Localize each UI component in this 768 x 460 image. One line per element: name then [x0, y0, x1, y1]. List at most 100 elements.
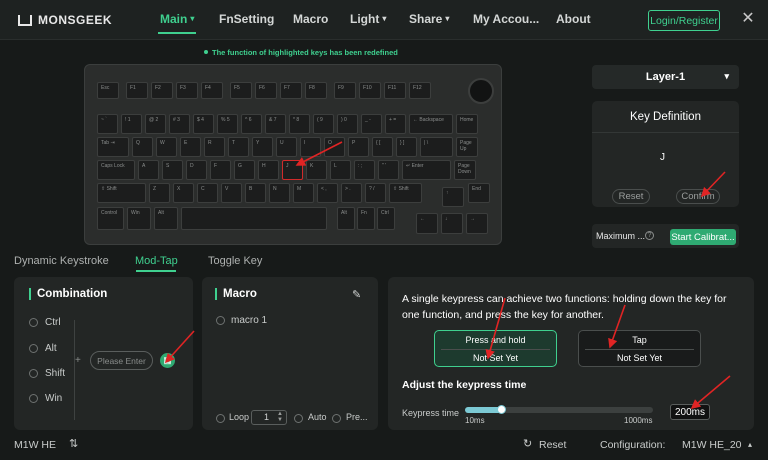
keyboard-key[interactable]: + =: [385, 114, 406, 134]
keyboard-key[interactable]: H: [258, 160, 279, 180]
nav-my-account[interactable]: My Accou...: [473, 12, 539, 26]
keyboard-key[interactable]: F4: [201, 82, 223, 99]
keyboard-key[interactable]: C: [197, 183, 218, 203]
nav-light[interactable]: Light ▾: [350, 12, 386, 26]
keyboard-key[interactable]: V: [221, 183, 242, 203]
tune-icon[interactable]: ⇅: [69, 437, 78, 450]
keyboard-key[interactable]: ↑: [442, 187, 464, 207]
keyboard-key[interactable]: > .: [341, 183, 362, 203]
layer-select[interactable]: Layer-1 ▾: [592, 65, 739, 89]
radio-shift[interactable]: [29, 369, 38, 378]
keyboard-key[interactable]: Control: [97, 207, 124, 230]
nav-about[interactable]: About: [556, 12, 591, 26]
keyboard-key[interactable]: F3: [176, 82, 198, 99]
keyboard-key[interactable]: F8: [305, 82, 327, 99]
keyboard-key[interactable]: F7: [280, 82, 302, 99]
keyboard-key[interactable]: $ 4: [193, 114, 214, 134]
radio-loop[interactable]: [216, 414, 225, 423]
radio-ctrl[interactable]: [29, 318, 38, 327]
tab-dynamic-keystroke[interactable]: Dynamic Keystroke: [14, 255, 109, 267]
keyboard-key[interactable]: ( 9: [313, 114, 334, 134]
radio-press[interactable]: [332, 414, 341, 423]
keyboard-key[interactable]: ! 1: [121, 114, 142, 134]
keyboard-key[interactable]: ↵ Enter: [402, 160, 451, 180]
keyboard-key[interactable]: Home: [456, 114, 478, 134]
key-definition-confirm-button[interactable]: Confirm: [676, 189, 720, 204]
keyboard-key[interactable]: →: [466, 213, 488, 234]
keyboard-key[interactable]: % 5: [217, 114, 238, 134]
keyboard-key[interactable]: ↓: [441, 213, 463, 234]
key-definition-reset-button[interactable]: Reset: [612, 189, 650, 204]
keyboard-key[interactable]: ← Backspace: [409, 114, 453, 134]
keyboard-key[interactable]: F5: [230, 82, 252, 99]
keyboard-key[interactable]: Fn: [357, 207, 375, 230]
keyboard-key[interactable]: } ]: [396, 137, 417, 157]
keyboard-key[interactable]: A: [138, 160, 159, 180]
keyboard-key[interactable]: T: [228, 137, 249, 157]
keyboard-key[interactable]: Alt: [337, 207, 355, 230]
keyboard-key[interactable]: K: [306, 160, 327, 180]
keyboard-key[interactable]: B: [245, 183, 266, 203]
keyboard-key[interactable]: < ,: [317, 183, 338, 203]
keyboard-key[interactable]: F10: [359, 82, 381, 99]
keyboard-key[interactable]: ⇧ Shift: [389, 183, 422, 203]
keyboard-key[interactable]: # 3: [169, 114, 190, 134]
keyboard-key[interactable]: _ -: [361, 114, 382, 134]
keyboard-key[interactable]: Z: [149, 183, 170, 203]
keyboard-key[interactable]: Tab ⇥: [97, 137, 129, 157]
keyboard-key[interactable]: [181, 207, 327, 230]
keyboard-key[interactable]: @ 2: [145, 114, 166, 134]
caret-up-icon[interactable]: ▴: [748, 440, 752, 449]
keypress-time-slider-thumb[interactable]: [497, 405, 506, 414]
keyboard-key[interactable]: O: [324, 137, 345, 157]
keyboard-key[interactable]: : ;: [354, 160, 375, 180]
stepper-arrows-icon[interactable]: ▲ ▼: [277, 411, 283, 423]
keyboard-key[interactable]: P: [348, 137, 369, 157]
keyboard-key[interactable]: ⇧ Shift: [97, 183, 146, 203]
keyboard-key[interactable]: I: [300, 137, 321, 157]
nav-macro[interactable]: Macro: [293, 12, 328, 26]
keyboard-key[interactable]: D: [186, 160, 207, 180]
keyboard-key[interactable]: Y: [252, 137, 273, 157]
radio-auto[interactable]: [294, 414, 303, 423]
keyboard-key[interactable]: F: [210, 160, 231, 180]
press-and-hold-slot[interactable]: Press and hold Not Set Yet: [434, 330, 557, 367]
help-icon[interactable]: ?: [645, 231, 654, 240]
radio-macro-1[interactable]: [216, 316, 225, 325]
keyboard-key[interactable]: F9: [334, 82, 356, 99]
edit-macro-icon[interactable]: ✎: [352, 288, 361, 301]
keyboard-key[interactable]: L: [330, 160, 351, 180]
keyboard-key[interactable]: ~ `: [97, 114, 118, 134]
keypress-time-value[interactable]: 200ms: [670, 404, 710, 420]
tab-mod-tap[interactable]: Mod-Tap: [135, 255, 178, 267]
keyboard-key[interactable]: S: [162, 160, 183, 180]
keyboard-key[interactable]: Esc: [97, 82, 119, 99]
keyboard-key[interactable]: F1: [126, 82, 148, 99]
tap-slot[interactable]: Tap Not Set Yet: [578, 330, 701, 367]
keyboard-key-selected[interactable]: J: [282, 160, 303, 180]
keyboard-key[interactable]: ? /: [365, 183, 386, 203]
keyboard-key[interactable]: F2: [151, 82, 173, 99]
keyboard-key[interactable]: Caps Lock: [97, 160, 135, 180]
keyboard-key[interactable]: F6: [255, 82, 277, 99]
keyboard-key[interactable]: | \: [420, 137, 453, 157]
nav-fnsetting[interactable]: FnSetting: [219, 12, 274, 26]
keyboard-key[interactable]: ←: [416, 213, 438, 234]
keyboard-key[interactable]: W: [156, 137, 177, 157]
combination-key-input[interactable]: Please Enter: [90, 351, 153, 370]
close-icon[interactable]: ✕: [740, 11, 756, 27]
keyboard-key[interactable]: E: [180, 137, 201, 157]
nav-share[interactable]: Share ▾: [409, 12, 449, 26]
keyboard-key[interactable]: M: [293, 183, 314, 203]
keyboard-key[interactable]: Q: [132, 137, 153, 157]
keyboard-key[interactable]: F12: [409, 82, 431, 99]
keyboard-key[interactable]: End: [468, 183, 490, 203]
keyboard-key[interactable]: G: [234, 160, 255, 180]
keyboard-key[interactable]: { [: [372, 137, 393, 157]
start-calibration-button[interactable]: Start Calibrat...: [670, 229, 736, 245]
loop-count-stepper[interactable]: 1 ▲ ▼: [251, 410, 287, 425]
keyboard-key[interactable]: X: [173, 183, 194, 203]
keyboard-key[interactable]: Win: [127, 207, 151, 230]
keyboard-key[interactable]: ) 0: [337, 114, 358, 134]
keyboard-key[interactable]: ^ 6: [241, 114, 262, 134]
